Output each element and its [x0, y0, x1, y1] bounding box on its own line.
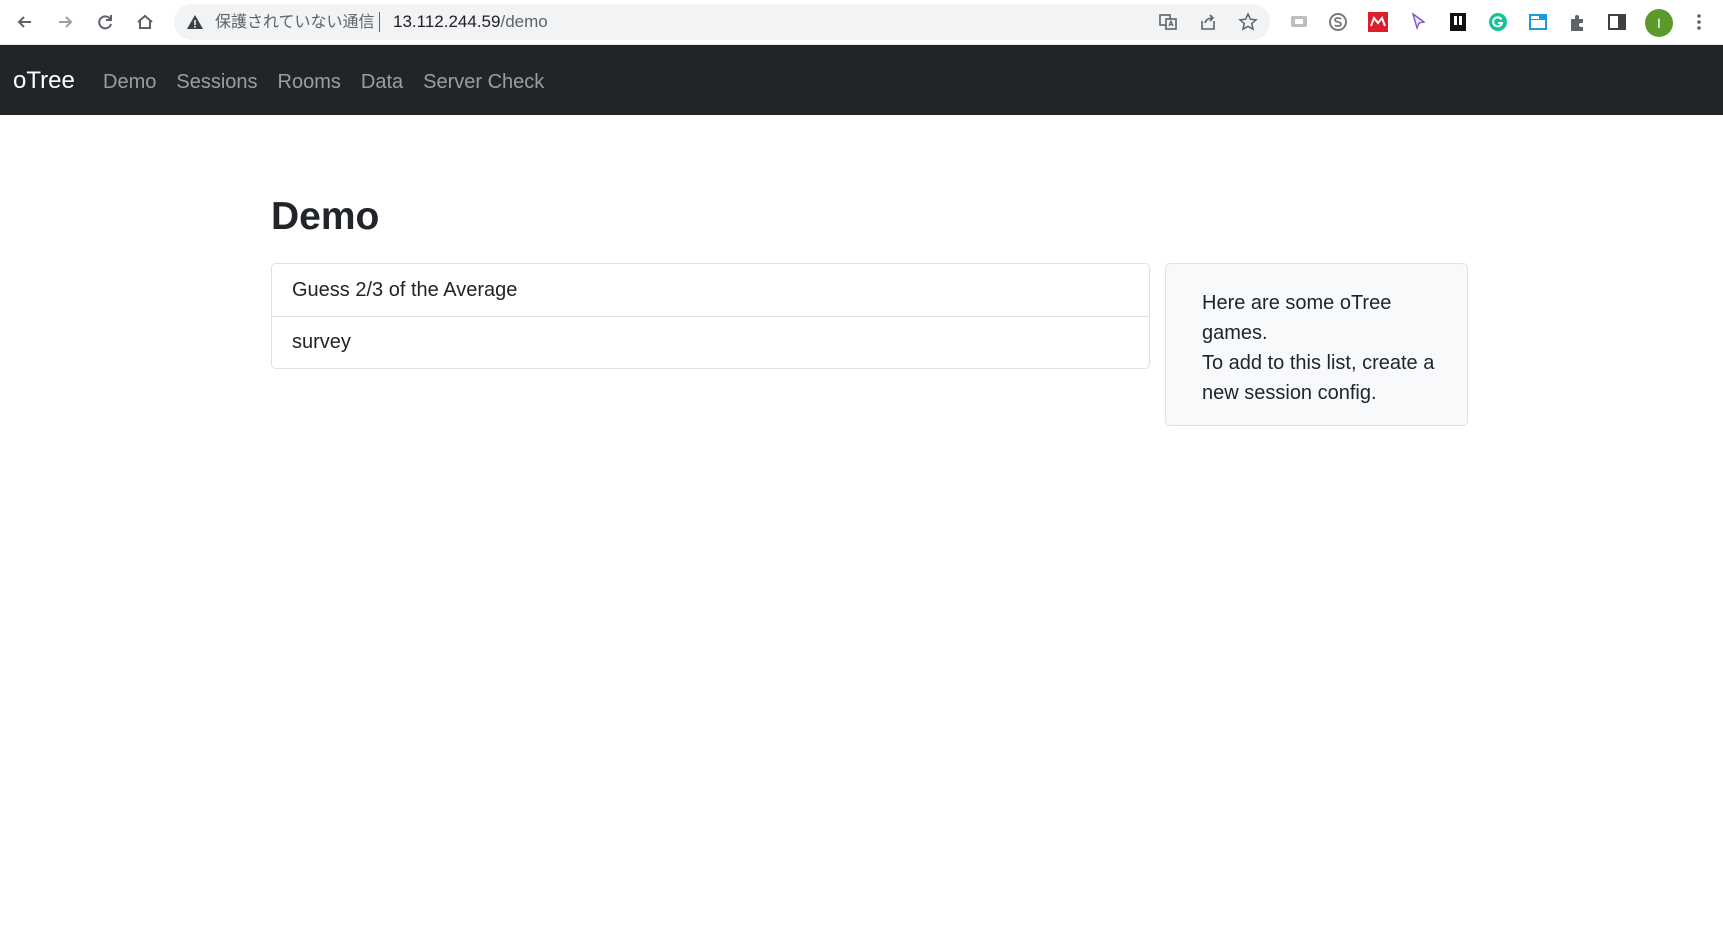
page-title: Demo: [271, 195, 380, 238]
skype-icon: [1329, 13, 1347, 31]
site-navbar: oTree Demo Sessions Rooms Data Server Ch…: [0, 45, 1723, 115]
forward-arrow-icon: [59, 16, 73, 28]
extension-notion[interactable]: [1447, 11, 1469, 33]
translate-icon[interactable]: [1158, 12, 1178, 32]
side-panel-button[interactable]: [1606, 11, 1628, 33]
url-path: /demo: [500, 12, 548, 31]
nav-link-rooms[interactable]: Rooms: [278, 70, 341, 94]
nav-link-sessions[interactable]: Sessions: [176, 70, 257, 94]
extension-screen-capture[interactable]: [1527, 11, 1549, 33]
browser-menu-button[interactable]: [1688, 11, 1710, 33]
address-separator: [379, 12, 380, 32]
puzzle-piece-icon: [1571, 15, 1583, 31]
grammarly-icon: [1489, 13, 1507, 31]
screen-capture-icon: [1529, 14, 1547, 30]
extension-skype[interactable]: [1327, 11, 1349, 33]
notion-icon: [1450, 13, 1466, 31]
info-text-line2: To add to this list, create a new sessio…: [1202, 352, 1435, 404]
reload-icon: [98, 15, 112, 30]
chat-extension-icon: [1291, 16, 1307, 27]
nav-link-demo[interactable]: Demo: [103, 70, 156, 94]
brand-logo-link[interactable]: oTree: [13, 67, 75, 95]
address-bar[interactable]: 保護されていない通信 13.112.244.59/demo: [174, 4, 1270, 40]
extension-grammarly[interactable]: [1487, 11, 1509, 33]
list-item-survey[interactable]: survey: [272, 316, 1149, 368]
nav-links: Demo Sessions Rooms Data Server Check: [103, 70, 564, 94]
nav-link-server-check[interactable]: Server Check: [423, 70, 544, 94]
back-button[interactable]: [11, 8, 39, 36]
extension-cursor[interactable]: [1407, 11, 1429, 33]
share-icon[interactable]: [1198, 12, 1218, 32]
demo-session-list: Guess 2/3 of the Average survey: [271, 263, 1150, 369]
bookmark-star-icon[interactable]: [1238, 12, 1258, 32]
forward-button[interactable]: [51, 8, 79, 36]
extension-mendeley[interactable]: [1367, 11, 1389, 33]
side-panel-icon: [1608, 14, 1626, 30]
back-arrow-icon: [17, 16, 31, 28]
kebab-menu-icon: [1697, 14, 1701, 30]
browser-toolbar: 保護されていない通信 13.112.244.59/demo I: [0, 0, 1723, 45]
home-icon: [137, 14, 153, 29]
list-item-guess-two-thirds[interactable]: Guess 2/3 of the Average: [272, 264, 1149, 316]
info-card: Here are some oTree games. To add to thi…: [1165, 263, 1468, 426]
nav-link-data[interactable]: Data: [361, 70, 403, 94]
extensions-menu-button[interactable]: [1567, 11, 1589, 33]
url-host: 13.112.244.59: [393, 12, 501, 31]
cursor-pointer-icon: [1411, 12, 1426, 31]
mendeley-icon: [1368, 12, 1388, 32]
security-status-label[interactable]: 保護されていない通信: [215, 13, 375, 31]
reload-button[interactable]: [91, 8, 119, 36]
extension-chat[interactable]: [1288, 11, 1310, 33]
info-text-line1: Here are some oTree games.: [1202, 292, 1392, 344]
home-button[interactable]: [131, 8, 159, 36]
url-text[interactable]: 13.112.244.59/demo: [393, 13, 548, 31]
profile-avatar[interactable]: I: [1645, 9, 1673, 37]
not-secure-warning-icon[interactable]: [186, 13, 204, 31]
